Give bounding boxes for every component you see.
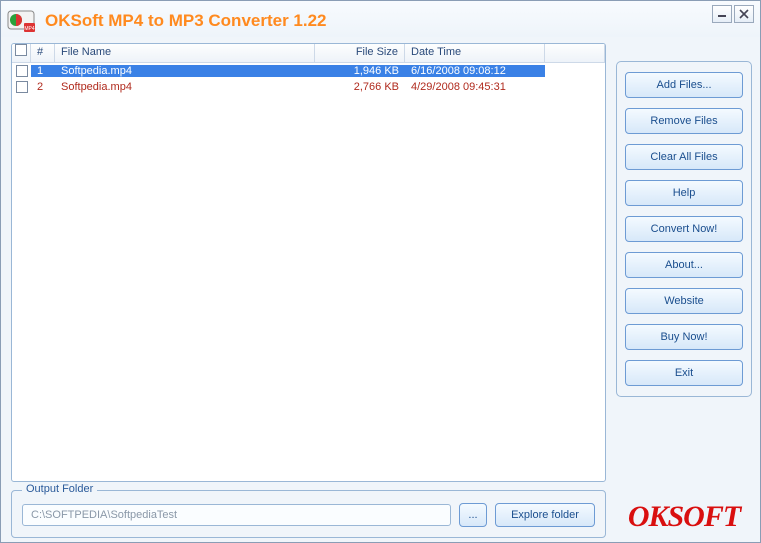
header-datetime[interactable]: Date Time [405, 44, 545, 62]
row-datetime: 6/16/2008 09:08:12 [405, 65, 545, 77]
row-checkbox[interactable] [12, 81, 31, 93]
svg-text:MP4: MP4 [24, 26, 35, 32]
right-column: Add Files... Remove Files Clear All File… [616, 43, 752, 538]
row-checkbox[interactable] [12, 65, 31, 77]
content-area: # File Name File Size Date Time 1 Softpe… [1, 37, 760, 542]
list-body: 1 Softpedia.mp4 1,946 KB 6/16/2008 09:08… [12, 63, 605, 481]
app-title: OKSoft MP4 to MP3 Converter 1.22 [45, 11, 712, 31]
header-checkbox[interactable] [12, 44, 31, 62]
brand-logo: OKSOFT [616, 494, 752, 538]
app-icon: MP4 [7, 7, 35, 35]
header-filesize[interactable]: File Size [315, 44, 405, 62]
file-row[interactable]: 2 Softpedia.mp4 2,766 KB 4/29/2008 09:45… [12, 79, 605, 95]
row-datetime: 4/29/2008 09:45:31 [405, 81, 545, 93]
output-folder-legend: Output Folder [22, 483, 97, 495]
about-button[interactable]: About... [625, 252, 743, 278]
explore-folder-button[interactable]: Explore folder [495, 503, 595, 527]
browse-button[interactable]: ... [459, 503, 487, 527]
row-filename: Softpedia.mp4 [55, 65, 315, 77]
row-number: 1 [31, 65, 55, 77]
exit-button[interactable]: Exit [625, 360, 743, 386]
left-column: # File Name File Size Date Time 1 Softpe… [11, 43, 606, 538]
window-controls [712, 5, 754, 23]
app-window: MP4 OKSoft MP4 to MP3 Converter 1.22 # F… [0, 0, 761, 543]
add-files-button[interactable]: Add Files... [625, 72, 743, 98]
buy-now-button[interactable]: Buy Now! [625, 324, 743, 350]
minimize-button[interactable] [712, 5, 732, 23]
output-folder-row: ... Explore folder [22, 503, 595, 527]
header-filename[interactable]: File Name [55, 44, 315, 62]
remove-files-button[interactable]: Remove Files [625, 108, 743, 134]
sidebar-buttons: Add Files... Remove Files Clear All File… [616, 61, 752, 397]
close-button[interactable] [734, 5, 754, 23]
list-header: # File Name File Size Date Time [12, 44, 605, 63]
row-filesize: 2,766 KB [315, 81, 405, 93]
help-button[interactable]: Help [625, 180, 743, 206]
row-number: 2 [31, 81, 55, 93]
output-folder-group: Output Folder ... Explore folder [11, 490, 606, 538]
titlebar: MP4 OKSoft MP4 to MP3 Converter 1.22 [1, 1, 760, 37]
row-filename: Softpedia.mp4 [55, 81, 315, 93]
row-filesize: 1,946 KB [315, 65, 405, 77]
header-pad [545, 44, 605, 62]
file-list[interactable]: # File Name File Size Date Time 1 Softpe… [11, 43, 606, 482]
clear-all-files-button[interactable]: Clear All Files [625, 144, 743, 170]
website-button[interactable]: Website [625, 288, 743, 314]
file-row[interactable]: 1 Softpedia.mp4 1,946 KB 6/16/2008 09:08… [12, 63, 605, 79]
output-folder-input[interactable] [22, 504, 451, 526]
convert-now-button[interactable]: Convert Now! [625, 216, 743, 242]
header-number[interactable]: # [31, 44, 55, 62]
